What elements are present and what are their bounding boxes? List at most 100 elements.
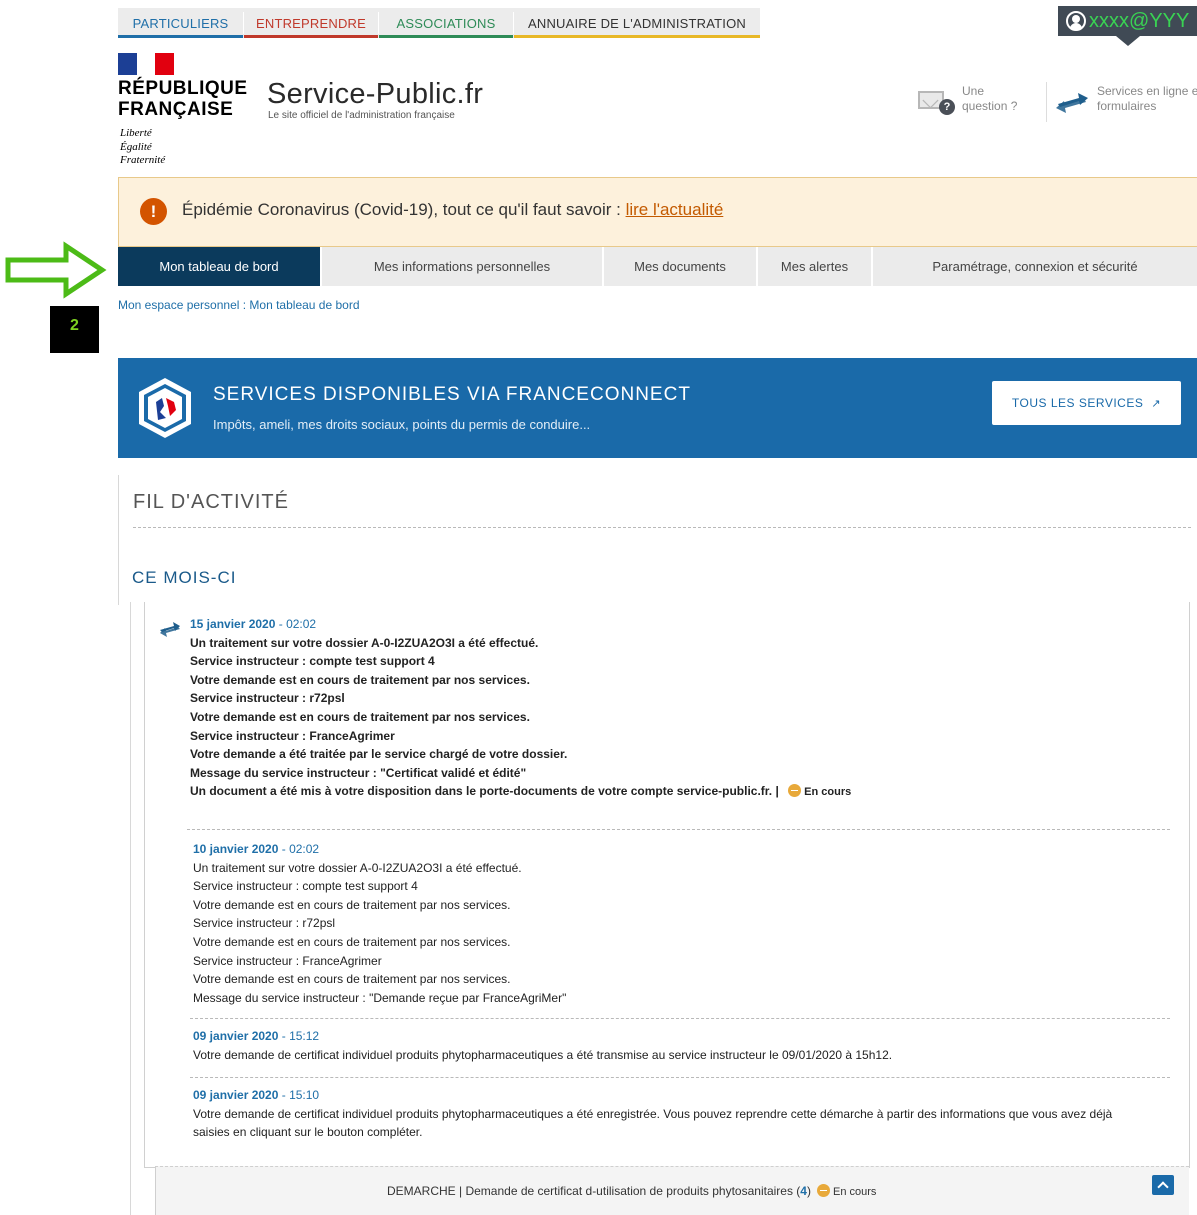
tab-alerts[interactable]: Mes alertes [758,247,871,286]
swap-arrows-icon [160,622,180,637]
divider [187,829,1170,830]
status-badge: En cours [832,1186,877,1198]
help-icon: ? [939,99,955,115]
entry-line: Service instructeur : compte test suppor… [193,879,418,894]
external-link-icon: ↗ [1151,397,1162,410]
covid-alert-banner: ! Épidémie Coronavirus (Covid-19), tout … [118,177,1197,247]
alert-read-news-link[interactable]: lire l'actualité [626,200,724,219]
franceconnect-title: SERVICES DISPONIBLES VIA FRANCECONNECT [213,384,691,405]
entry-line: Votre demande est en cours de traitement… [190,709,530,724]
entry-line: Votre demande de certificat individuel p… [193,1106,1113,1121]
motto-line: Liberté [120,127,152,139]
account-navigation: Mon tableau de bord Mes informations per… [118,247,1197,286]
tab-personal-info[interactable]: Mes informations personnelles [322,247,602,286]
entry-line: Un traitement sur votre dossier A-0-I2ZU… [190,635,539,650]
user-icon [1066,11,1086,31]
entry-date-time: - 15:10 [278,1088,320,1102]
entry-line: Service instructeur : r72psl [193,916,336,931]
tab-label: ENTREPRENDRE [255,15,367,31]
entry-date: 09 janvier 2020 - 15:10 [193,1086,1163,1105]
demarche-count: 4 [800,1184,807,1198]
entry-date-time: - 02:02 [275,617,317,631]
user-account-menu[interactable]: xxxx@YYY [1058,6,1197,46]
all-services-button[interactable]: TOUS LES SERVICES ↗ [992,381,1181,425]
demarche-summary-row[interactable]: DEMARCHE | Demande de certificat d-utili… [155,1166,1189,1215]
entry-line: Votre demande est en cours de traitement… [193,897,511,912]
status-pending-icon [788,784,802,798]
tab-entreprendre[interactable]: ENTREPRENDRE [244,8,378,38]
question-label: Une question ? [962,84,1018,113]
tab-documents[interactable]: Mes documents [604,247,756,286]
tab-underline [514,35,760,38]
entry-line: Message du service instructeur : "Certif… [190,765,527,780]
divider [190,1018,1170,1019]
tab-underline [118,35,243,38]
entry-line: saisies en cliquant sur le bouton complé… [193,1125,423,1140]
franceconnect-banner: SERVICES DISPONIBLES VIA FRANCECONNECT I… [118,358,1197,458]
tab-label: ANNUAIRE DE L'ADMINISTRATION [527,15,747,31]
entry-date-day: 09 janvier 2020 [193,1029,279,1043]
site-tagline: Le site officiel de l'administration fra… [268,110,455,121]
tab-associations[interactable]: ASSOCIATIONS [379,8,513,38]
entry-date: 09 janvier 2020 - 15:12 [193,1027,892,1046]
republic-motto: Liberté Égalité Fraternité [120,127,200,168]
swap-arrows-icon [1056,93,1088,113]
entry-line: Service instructeur : compte test suppor… [190,654,435,669]
entry-date-time: - 15:12 [278,1029,320,1043]
entry-date-time: - 02:02 [278,842,320,856]
divider [1046,82,1047,122]
tab-settings[interactable]: Paramétrage, connexion et sécurité [873,247,1197,286]
activity-entries: 15 janvier 2020 - 02:02 Un traitement su… [144,602,1190,1168]
divider [190,1077,1170,1078]
list-item: 15 janvier 2020 - 02:02 Un traitement su… [190,615,851,802]
entry-date-day: 15 janvier 2020 [190,617,276,631]
divider [133,527,1191,528]
entry-line: Votre demande est en cours de traitement… [190,672,530,687]
tab-label: PARTICULIERS [132,15,229,31]
month-title: CE MOIS-CI [132,568,237,587]
entry-line: Service instructeur : r72psl [190,691,345,706]
entry-line: Service instructeur : FranceAgrimer [190,728,395,743]
entry-line-text: Un document a été mis à votre dispositio… [190,784,783,799]
list-item: 10 janvier 2020 - 02:02 Un traitement su… [193,840,566,1007]
entry-line: Service instructeur : FranceAgrimer [193,953,382,968]
site-logo-title[interactable]: Service-Public.fr [267,78,483,111]
collapse-button[interactable] [1152,1175,1174,1195]
demarche-label: DEMARCHE | Demande de certificat d-utili… [387,1184,801,1198]
entry-date: 15 janvier 2020 - 02:02 [190,615,851,634]
status-badge: En cours [804,786,852,799]
demarche-paren: ) [806,1184,811,1198]
franceconnect-logo-icon [139,378,191,438]
annotation-step-badge: 2 [50,306,99,353]
tab-particuliers[interactable]: PARTICULIERS [118,8,243,38]
entry-date-day: 09 janvier 2020 [193,1088,279,1102]
user-email: xxxx@YYY [1089,9,1190,32]
top-navigation: PARTICULIERS ENTREPRENDRE ASSOCIATIONS A… [118,8,760,38]
list-item: 09 janvier 2020 - 15:10 Votre demande de… [193,1086,1163,1142]
activity-title: FIL D'ACTIVITÉ [133,491,289,513]
tab-dashboard[interactable]: Mon tableau de bord [118,247,320,286]
tab-underline [379,35,513,38]
tab-annuaire[interactable]: ANNUAIRE DE L'ADMINISTRATION [514,8,760,38]
services-label: Services en ligne et formulaires [1097,84,1197,113]
entry-line: Votre demande est en cours de traitement… [193,934,511,949]
entry-line: Votre demande de certificat individuel p… [193,1047,893,1062]
motto-line: Égalité [120,140,152,153]
entry-line: Votre demande a été traitée par le servi… [190,747,568,762]
tab-underline [244,35,378,38]
republic-name: RÉPUBLIQUE FRANÇAISE [118,78,248,120]
status-pending-icon [816,1184,830,1197]
activity-feed: 15 janvier 2020 - 02:02 Un traitement su… [130,602,1190,1215]
entry-line: Message du service instructeur : "Demand… [193,990,567,1005]
franceconnect-subtitle: Impôts, ameli, mes droits sociaux, point… [213,417,591,432]
entry-line: Un document a été mis à votre dispositio… [190,782,851,802]
marianne-logo [118,53,175,75]
annotation-arrow-icon [5,241,107,299]
entry-date: 10 janvier 2020 - 02:02 [193,840,566,859]
activity-feed-section: FIL D'ACTIVITÉ CE MOIS-CI [118,475,1197,605]
entry-line: Un traitement sur votre dossier A-0-I2ZU… [193,860,522,875]
all-services-label: TOUS LES SERVICES [1011,396,1144,410]
breadcrumb[interactable]: Mon espace personnel : Mon tableau de bo… [118,298,360,312]
entry-date-day: 10 janvier 2020 [193,842,279,856]
exclamation-icon: ! [140,198,167,225]
